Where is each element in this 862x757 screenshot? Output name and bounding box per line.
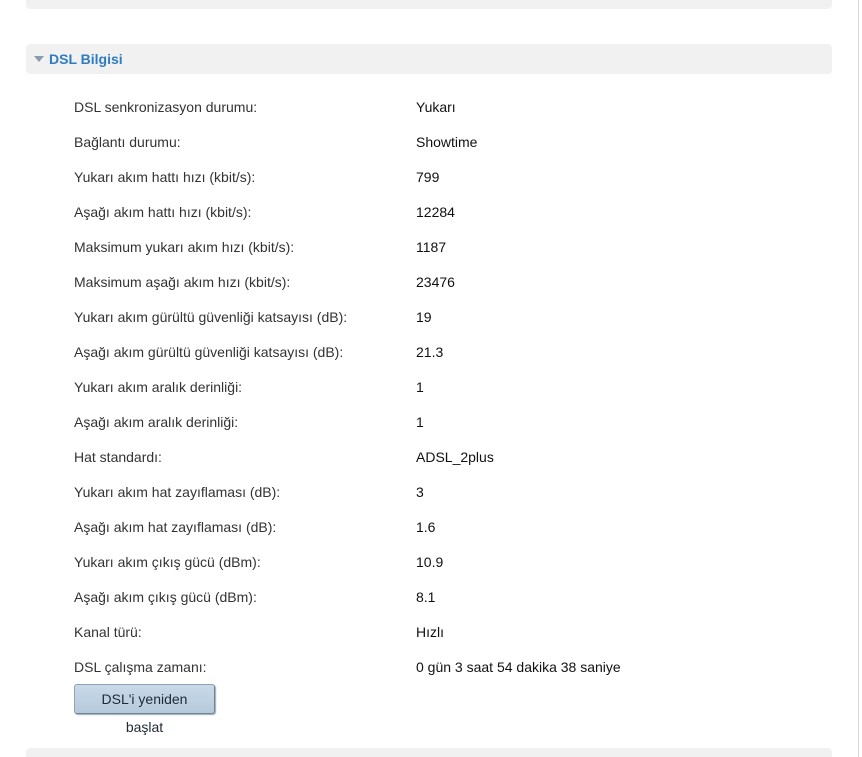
info-label: Aşağı akım hat zayıflaması (dB): [74, 519, 277, 535]
caret-down-icon[interactable] [34, 56, 44, 62]
info-label: Maksimum aşağı akım hızı (kbit/s): [74, 274, 291, 290]
restart-dsl-button[interactable]: DSL'i yeniden başlat [74, 684, 215, 735]
info-row: Hat standardı: ADSL_2plus [74, 447, 774, 482]
info-value: Hızlı [416, 624, 444, 640]
info-label: Yukarı akım aralık derinliği: [74, 379, 243, 395]
info-row: Yukarı akım hattı hızı (kbit/s): 799 [74, 167, 774, 202]
previous-section-header[interactable] [26, 0, 832, 9]
info-label: Aşağı akım hattı hızı (kbit/s): [74, 204, 252, 220]
info-row: Bağlantı durumu: Showtime [74, 132, 774, 167]
info-value: 21.3 [416, 344, 444, 360]
info-label: Yukarı akım hat zayıflaması (dB): [74, 484, 281, 500]
info-label: Aşağı akım çıkış gücü (dBm): [74, 589, 257, 605]
section-title: DSL Bilgisi [49, 51, 123, 67]
info-value: 19 [416, 309, 432, 325]
info-row: Maksimum yukarı akım hızı (kbit/s): 1187 [74, 237, 774, 272]
info-value: 12284 [416, 204, 455, 220]
info-label: Aşağı akım aralık derinliği: [74, 414, 239, 430]
info-row: Yukarı akım gürültü güvenliği katsayısı … [74, 307, 774, 342]
info-label: Yukarı akım çıkış gücü (dBm): [74, 554, 261, 570]
info-row: Yukarı akım çıkış gücü (dBm): 10.9 [74, 552, 774, 587]
info-row: Aşağı akım çıkış gücü (dBm): 8.1 [74, 587, 774, 622]
info-value: 0 gün 3 saat 54 dakika 38 saniye [416, 659, 621, 675]
info-row: Aşağı akım aralık derinliği: 1 [74, 412, 774, 447]
info-value: 8.1 [416, 589, 436, 605]
info-value: Showtime [416, 134, 478, 150]
info-row: Aşağı akım hattı hızı (kbit/s): 12284 [74, 202, 774, 237]
info-value: 1 [416, 414, 424, 430]
info-label: Bağlantı durumu: [74, 134, 181, 150]
info-label: Hat standardı: [74, 449, 162, 465]
info-row: Aşağı akım gürültü güvenliği katsayısı (… [74, 342, 774, 377]
info-row: Aşağı akım hat zayıflaması (dB): 1.6 [74, 517, 774, 552]
info-row: DSL senkronizasyon durumu: Yukarı [74, 97, 774, 132]
dsl-info-table: DSL senkronizasyon durumu: Yukarı Bağlantı… [74, 97, 774, 692]
dsl-info-section-header[interactable]: DSL Bilgisi [26, 44, 832, 74]
info-value: 1187 [416, 239, 447, 255]
page: DSL Bilgisi DSL senkronizasyon durumu: Yu… [0, 0, 862, 757]
info-label: Aşağı akım gürültü güvenliği katsayısı (… [74, 344, 344, 360]
info-row: Kanal türü: Hızlı [74, 622, 774, 657]
info-value: 3 [416, 484, 424, 500]
next-section-header[interactable] [26, 748, 832, 757]
info-label: Kanal türü: [74, 624, 142, 640]
info-value: 799 [416, 169, 440, 185]
info-row: Maksimum aşağı akım hızı (kbit/s): 23476 [74, 272, 774, 307]
info-value: ADSL_2plus [416, 449, 494, 465]
info-label: Yukarı akım gürültü güvenliği katsayısı … [74, 309, 348, 325]
info-label: Yukarı akım hattı hızı (kbit/s): [74, 169, 256, 185]
scroll-gutter-divider [858, 0, 859, 757]
info-value: 1.6 [416, 519, 436, 535]
info-label: DSL çalışma zamanı: [74, 659, 207, 675]
info-value: 10.9 [416, 554, 444, 570]
info-row: Yukarı akım hat zayıflaması (dB): 3 [74, 482, 774, 517]
info-value: 1 [416, 379, 424, 395]
info-label: DSL senkronizasyon durumu: [74, 99, 258, 115]
info-value: Yukarı [416, 99, 456, 115]
info-row: Yukarı akım aralık derinliği: 1 [74, 377, 774, 412]
info-value: 23476 [416, 274, 455, 290]
info-label: Maksimum yukarı akım hızı (kbit/s): [74, 239, 295, 255]
